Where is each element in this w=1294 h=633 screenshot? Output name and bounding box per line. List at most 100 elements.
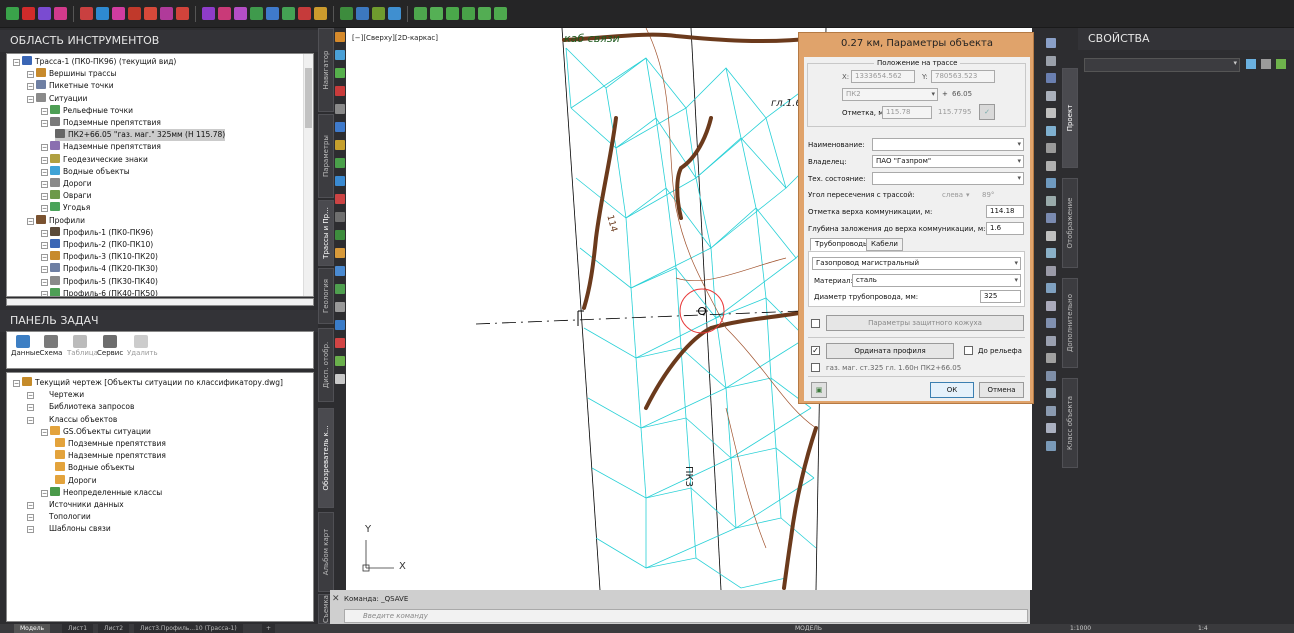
data-tool[interactable]: Данные — [11, 335, 40, 357]
left-vtab[interactable]: Дисп. отобр. — [318, 328, 334, 402]
left-vtab[interactable]: Обозреватель к... — [318, 408, 334, 508]
expand-toggle-icon[interactable]: − — [41, 181, 48, 188]
left-vtab[interactable]: Навигатор — [318, 28, 334, 112]
tool-icon[interactable] — [335, 68, 345, 78]
tool-icon[interactable] — [335, 284, 345, 294]
pk-select[interactable]: ПК2 ▾ — [842, 88, 938, 101]
expand-toggle-icon[interactable]: − — [27, 526, 34, 534]
tool-icon[interactable] — [494, 7, 507, 20]
tool-icon[interactable] — [335, 374, 345, 384]
tool-icon[interactable] — [335, 302, 345, 312]
casing-params-button[interactable]: Параметры защитного кожуха — [826, 315, 1024, 331]
right-vtab[interactable]: Проект — [1062, 68, 1078, 168]
profile-ordinate-button[interactable]: Ордината профиля — [826, 343, 954, 359]
tool-icon[interactable] — [335, 104, 345, 114]
expand-toggle-icon[interactable]: − — [27, 217, 34, 225]
right-vtab[interactable]: Отображение — [1062, 178, 1078, 268]
tree-item[interactable]: − Топологии — [27, 511, 91, 523]
expand-toggle-icon[interactable]: − — [41, 168, 48, 176]
tool-icon[interactable] — [335, 266, 345, 276]
tool-icon[interactable] — [335, 230, 345, 240]
command-input[interactable]: Введите команду — [344, 609, 1028, 623]
tree-item[interactable]: − Профиль-4 (ПК20-ПК30) — [41, 263, 158, 275]
tool-icon[interactable] — [1046, 125, 1056, 136]
tool-icon[interactable] — [388, 7, 401, 20]
tool-icon[interactable] — [335, 50, 345, 60]
left-vtab[interactable]: Параметры — [318, 114, 334, 198]
tool-icon[interactable] — [112, 7, 125, 20]
tab-layout1[interactable]: Лист1 — [62, 624, 94, 633]
tool-icon[interactable] — [1046, 318, 1056, 328]
tool-icon[interactable] — [234, 7, 247, 20]
tree-item[interactable]: − Чертежи — [27, 389, 84, 401]
tool-icon[interactable] — [6, 7, 19, 20]
tree-item[interactable]: − Неопределенные классы — [41, 486, 162, 499]
expand-toggle-icon[interactable]: − — [41, 278, 48, 286]
tree-item[interactable]: − Профили — [27, 214, 85, 227]
tool-icon[interactable] — [430, 7, 443, 20]
pipe-type-select[interactable]: Газопровод магистральный ▾ — [812, 257, 1021, 270]
tree-item[interactable]: − Профиль-1 (ПК0-ПК96) — [41, 226, 153, 239]
tool-icon[interactable] — [1046, 213, 1056, 223]
pk-offset[interactable]: 66.05 — [952, 90, 972, 98]
tool-icon[interactable] — [1046, 160, 1056, 171]
expand-toggle-icon[interactable]: − — [41, 266, 48, 274]
service-tool[interactable]: Сервис — [97, 335, 123, 357]
tool-icon[interactable] — [335, 194, 345, 204]
left-vtab[interactable]: Геология — [318, 268, 334, 324]
tool-icon[interactable] — [372, 7, 385, 20]
tool-icon[interactable] — [96, 7, 109, 20]
tree-item[interactable]: − Профиль-6 (ПК40-ПК50) — [41, 287, 158, 296]
expand-toggle-icon[interactable]: − — [41, 428, 48, 436]
tree-item[interactable]: Надземные препятствия — [55, 450, 166, 462]
tool-icon[interactable] — [250, 7, 263, 20]
tree-item[interactable]: − Шаблоны связи — [27, 523, 111, 535]
expand-toggle-icon[interactable]: − — [41, 254, 48, 262]
tree-item[interactable]: − Профиль-5 (ПК30-ПК40) — [41, 275, 158, 288]
quick-select-icon[interactable] — [1246, 59, 1256, 69]
expand-toggle-icon[interactable]: − — [41, 242, 48, 249]
tool-icon[interactable] — [266, 7, 279, 20]
expand-toggle-icon[interactable]: − — [27, 502, 34, 509]
right-vtab[interactable]: Класс объекта — [1062, 378, 1078, 468]
expand-toggle-icon[interactable]: − — [41, 156, 48, 164]
tree-item[interactable]: − Подземные препятствия — [41, 117, 161, 129]
tool-icon[interactable] — [128, 7, 141, 20]
tool-icon[interactable] — [1046, 143, 1056, 153]
tool-icon[interactable] — [1046, 300, 1056, 311]
left-vtab[interactable]: Альбом карт — [318, 512, 334, 592]
export-icon[interactable]: ▣ — [811, 382, 827, 398]
annotation-scale[interactable]: 1:4 — [1198, 624, 1208, 633]
ok-button[interactable]: ОК — [930, 382, 974, 398]
tree-item[interactable]: − Угодья — [41, 202, 90, 214]
tab-pipelines[interactable]: Трубопроводы — [810, 238, 874, 251]
tree-item[interactable]: − Профиль-3 (ПК10-ПК20) — [41, 251, 158, 263]
tool-icon[interactable] — [1046, 353, 1056, 363]
expand-toggle-icon[interactable]: − — [27, 416, 34, 424]
tool-icon[interactable] — [335, 86, 345, 96]
scale-value[interactable]: 1:1000 — [1070, 624, 1091, 633]
tool-icon[interactable] — [446, 7, 459, 20]
tree-item[interactable]: − Трасса-1 (ПК0-ПК96) (текущий вид) — [13, 56, 176, 68]
tree-item[interactable]: Подземные препятствия — [55, 438, 166, 450]
tool-icon[interactable] — [335, 212, 345, 222]
diameter-field[interactable]: 325 — [980, 290, 1021, 303]
tool-icon[interactable] — [38, 7, 51, 20]
tool-icon[interactable] — [176, 7, 189, 20]
tree-item[interactable]: − Водные объекты — [41, 165, 130, 178]
tool-icon[interactable] — [1046, 195, 1056, 206]
elevation-field[interactable]: 115.78 — [882, 106, 932, 119]
close-icon[interactable]: ✕ — [332, 594, 340, 604]
expand-toggle-icon[interactable]: − — [27, 71, 34, 79]
tool-icon[interactable] — [1046, 178, 1056, 188]
top-elevation-field[interactable]: 114.18 — [986, 205, 1024, 218]
expand-toggle-icon[interactable]: − — [41, 229, 48, 237]
tree-item[interactable]: Водные объекты — [55, 462, 135, 474]
casing-checkbox[interactable] — [811, 319, 820, 328]
tool-icon[interactable] — [1046, 55, 1056, 66]
tab-cables[interactable]: Кабели — [866, 238, 903, 251]
pick-elevation-button[interactable]: ✓ — [979, 104, 995, 120]
tool-icon[interactable] — [1046, 405, 1056, 416]
tools-tree-hscrollbar[interactable] — [6, 298, 314, 306]
tool-icon[interactable] — [1046, 423, 1056, 433]
